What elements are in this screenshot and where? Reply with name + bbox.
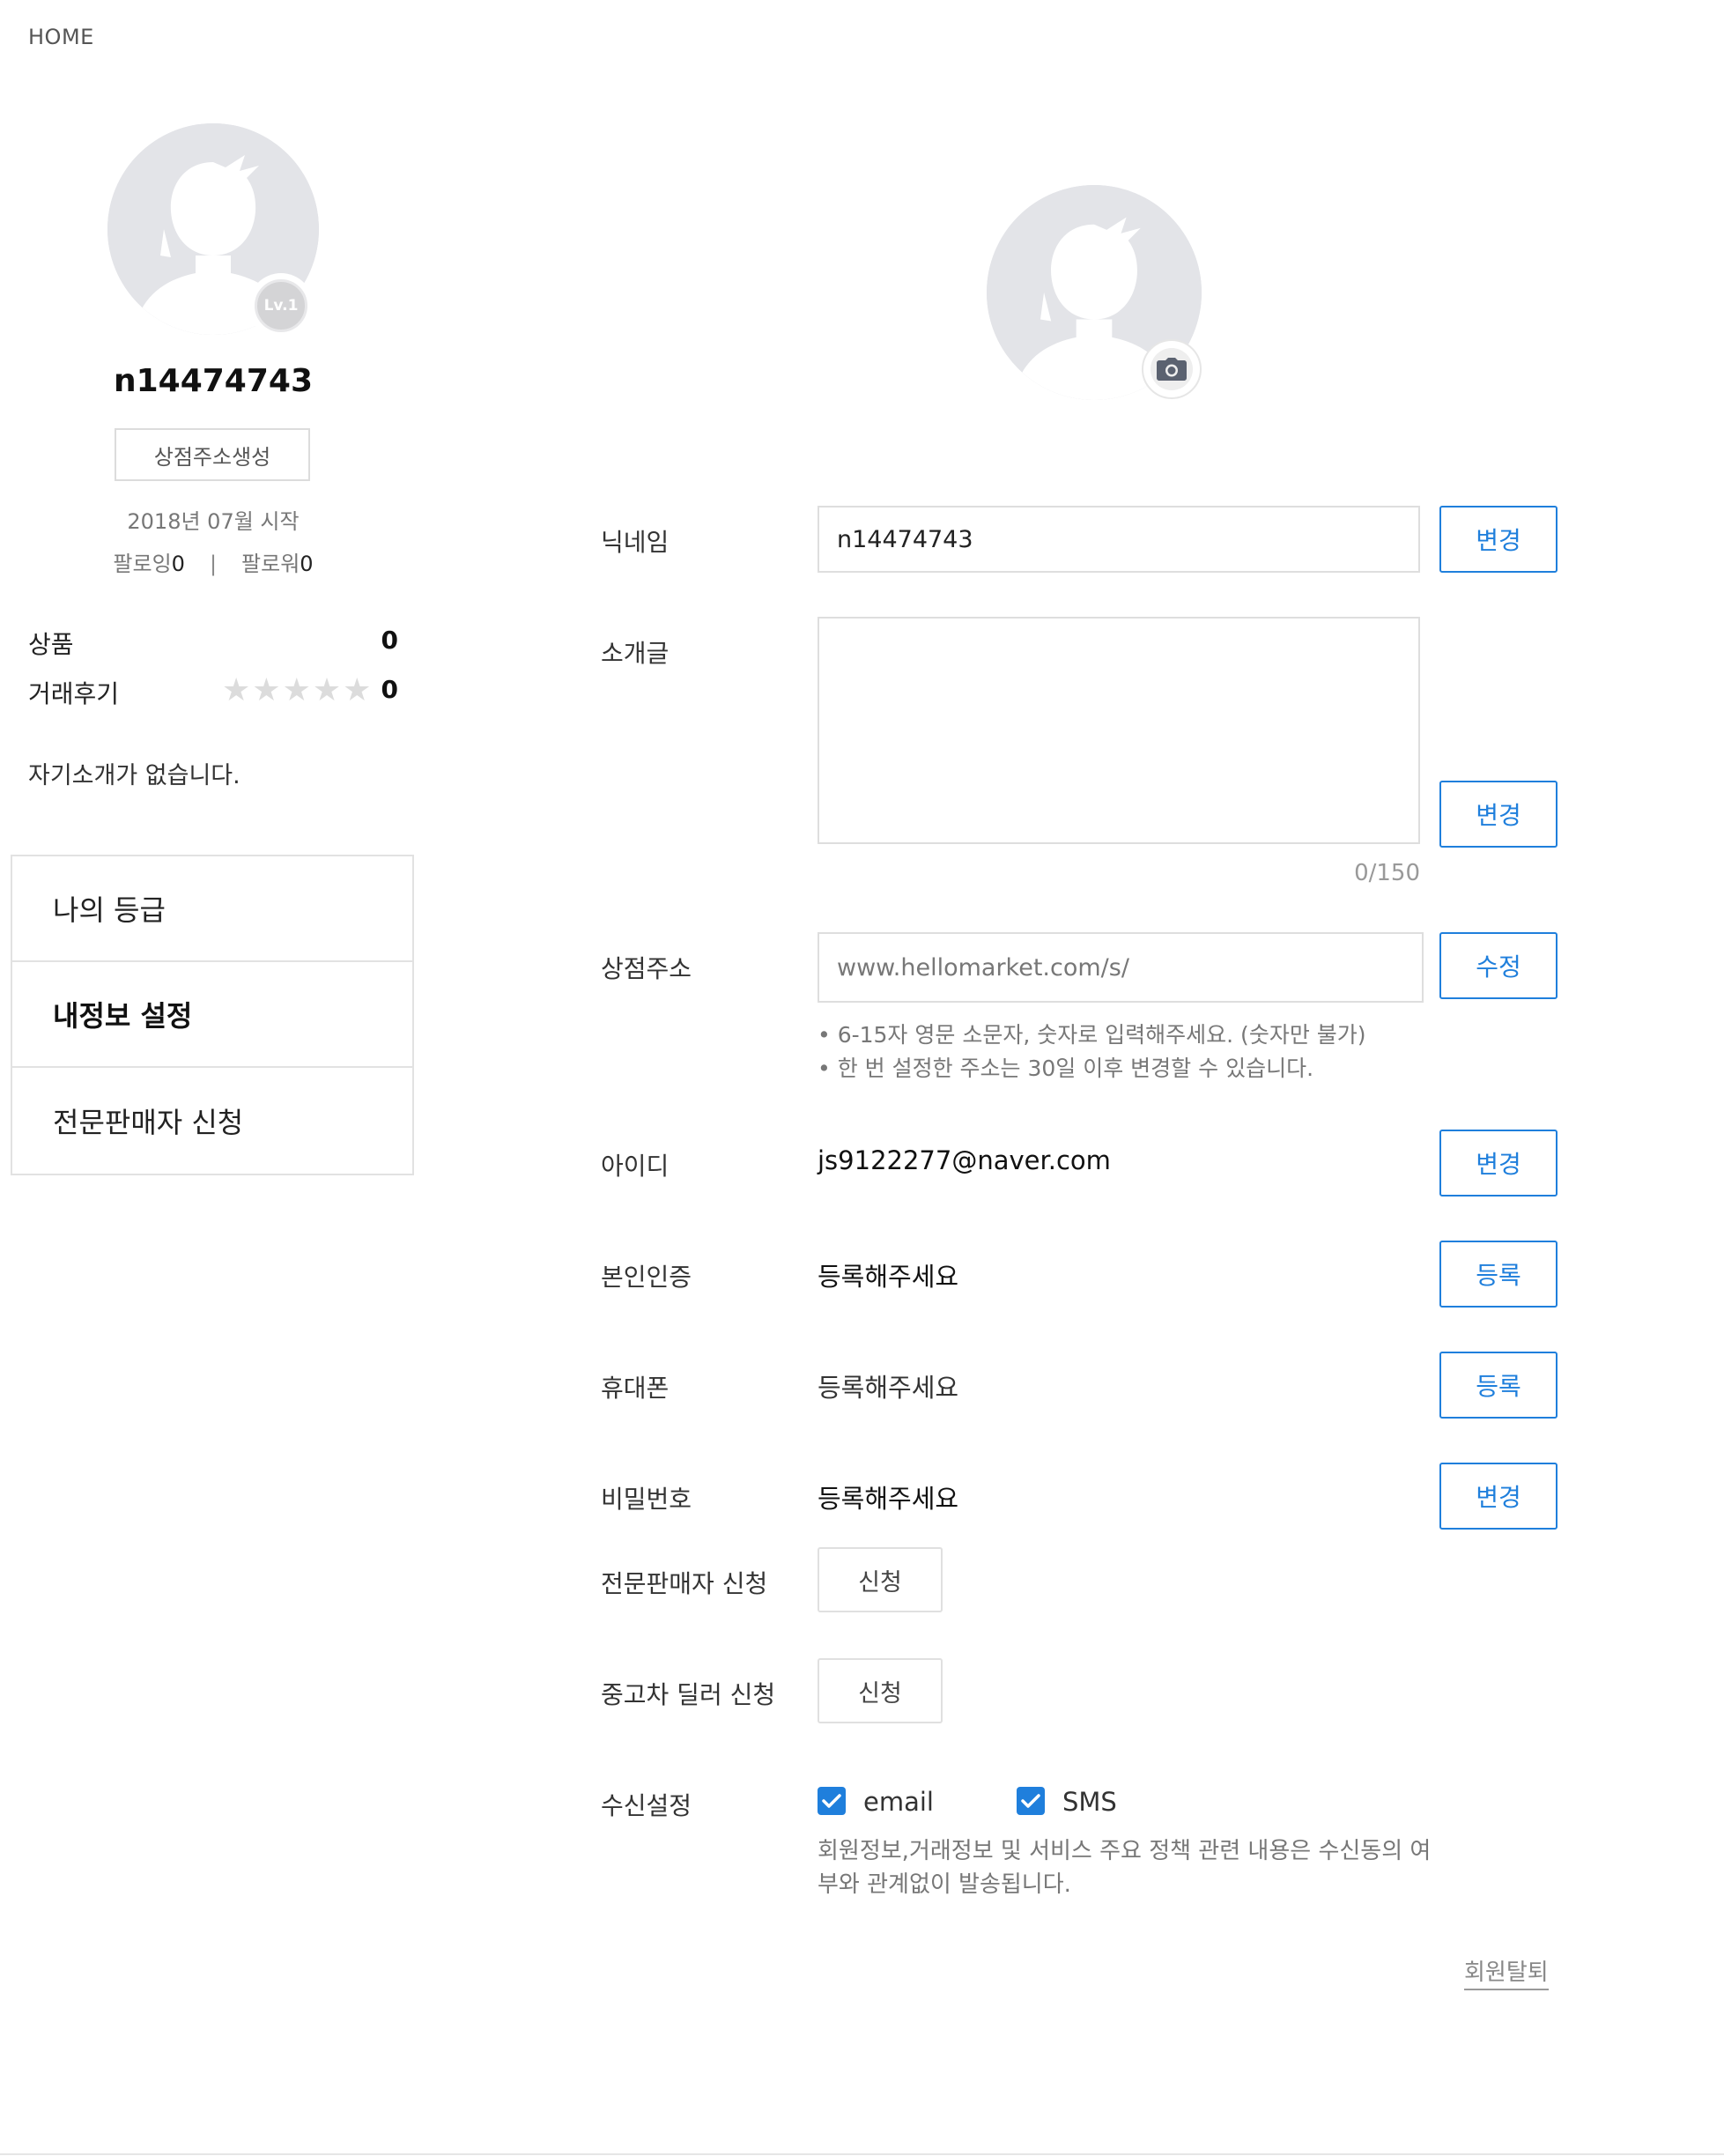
shop-address-label: 상점주소 bbox=[601, 954, 692, 983]
shop-address-create-button[interactable]: 상점주소생성 bbox=[115, 428, 310, 481]
user-id-value: js9122277@naver.com bbox=[818, 1145, 1111, 1175]
check-icon bbox=[1021, 1794, 1040, 1808]
shop-address-edit-button[interactable]: 수정 bbox=[1439, 932, 1558, 999]
profile-username: n14474743 bbox=[113, 363, 314, 399]
receive-notice-line-2: 부와 관계없이 발송됩니다. bbox=[818, 1871, 1071, 1898]
password-value: 등록해주세요 bbox=[818, 1484, 959, 1514]
following-link[interactable]: 팔로잉0 bbox=[113, 552, 185, 576]
phone-value: 등록해주세요 bbox=[818, 1373, 959, 1403]
shop-address-input[interactable]: www.hellomarket.com/s/ bbox=[818, 932, 1424, 1003]
side-menu: 나의 등급 내정보 설정 전문판매자 신청 bbox=[11, 855, 414, 1175]
shop-address-hint-1: • 6-15자 영문 소문자, 숫자로 입력해주세요. (숫자만 불가) bbox=[818, 1022, 1366, 1048]
side-menu-item-pro-seller[interactable]: 전문판매자 신청 bbox=[12, 1068, 412, 1174]
car-dealer-apply-button[interactable]: 신청 bbox=[818, 1658, 943, 1723]
phone-label: 휴대폰 bbox=[601, 1374, 670, 1403]
verification-label: 본인인증 bbox=[601, 1263, 692, 1292]
follow-separator: | bbox=[209, 552, 218, 576]
side-menu-item-grade[interactable]: 나의 등급 bbox=[12, 856, 412, 962]
pro-seller-label: 전문판매자 신청 bbox=[601, 1569, 768, 1598]
sms-checkbox[interactable] bbox=[1017, 1787, 1045, 1815]
intro-change-button[interactable]: 변경 bbox=[1439, 781, 1558, 848]
receive-settings-label: 수신설정 bbox=[601, 1791, 692, 1820]
email-checkbox[interactable] bbox=[818, 1787, 846, 1815]
reviews-label: 거래후기 bbox=[28, 679, 120, 708]
follow-counts: 팔로잉0 | 팔로워0 bbox=[0, 546, 426, 577]
star-icon: ★ bbox=[343, 672, 372, 708]
password-change-button[interactable]: 변경 bbox=[1439, 1463, 1558, 1530]
side-menu-item-my-info[interactable]: 내정보 설정 bbox=[12, 962, 412, 1068]
level-badge-text: Lv.1 bbox=[255, 279, 307, 332]
change-photo-button[interactable] bbox=[1142, 339, 1202, 399]
followers-link[interactable]: 팔로워0 bbox=[241, 552, 314, 576]
star-icon: ★ bbox=[282, 672, 311, 708]
review-stars: ★ ★ ★ ★ ★ bbox=[222, 675, 371, 707]
profile-intro: 자기소개가 없습니다. bbox=[28, 762, 240, 789]
nickname-input[interactable]: n14474743 bbox=[818, 506, 1420, 573]
followers-count: 0 bbox=[300, 552, 314, 576]
pro-seller-apply-button[interactable]: 신청 bbox=[818, 1547, 943, 1612]
user-id-label: 아이디 bbox=[601, 1152, 670, 1181]
star-icon: ★ bbox=[222, 672, 251, 708]
camera-icon bbox=[1157, 358, 1187, 381]
email-checkbox-label[interactable]: email bbox=[863, 1787, 934, 1817]
star-icon: ★ bbox=[252, 672, 281, 708]
user-id-change-button[interactable]: 변경 bbox=[1439, 1130, 1558, 1197]
followers-label: 팔로워 bbox=[241, 552, 300, 576]
password-label: 비밀번호 bbox=[601, 1485, 692, 1514]
products-count: 0 bbox=[381, 626, 398, 655]
intro-label: 소개글 bbox=[601, 639, 670, 668]
intro-textarea[interactable] bbox=[818, 617, 1420, 844]
joined-date: 2018년 07월 시작 bbox=[127, 509, 300, 534]
sms-checkbox-label[interactable]: SMS bbox=[1062, 1787, 1117, 1817]
footer-divider bbox=[0, 2153, 1724, 2155]
following-label: 팔로잉 bbox=[113, 552, 172, 576]
car-dealer-label: 중고차 딜러 신청 bbox=[601, 1680, 776, 1709]
receive-notice: 회원정보,거래정보 및 서비스 주요 정책 관련 내용은 수신동의 여 부와 관… bbox=[818, 1834, 1434, 1901]
verification-value: 등록해주세요 bbox=[818, 1262, 959, 1292]
verification-register-button[interactable]: 등록 bbox=[1439, 1241, 1558, 1308]
following-count: 0 bbox=[171, 552, 185, 576]
intro-char-counter: 0/150 bbox=[1354, 860, 1420, 886]
check-icon bbox=[822, 1794, 841, 1808]
products-label: 상품 bbox=[28, 630, 74, 659]
level-badge-icon: Lv.1 bbox=[248, 273, 314, 338]
receive-notice-line-1: 회원정보,거래정보 및 서비스 주요 정책 관련 내용은 수신동의 여 bbox=[818, 1838, 1432, 1864]
shop-address-hint-2: • 한 번 설정한 주소는 30일 이후 변경할 수 있습니다. bbox=[818, 1056, 1314, 1081]
withdraw-link[interactable]: 회원탈퇴 bbox=[1464, 1954, 1549, 1990]
reviews-count: 0 bbox=[381, 675, 398, 704]
nickname-label: 닉네임 bbox=[601, 528, 670, 557]
phone-register-button[interactable]: 등록 bbox=[1439, 1352, 1558, 1419]
star-icon: ★ bbox=[312, 672, 342, 708]
breadcrumb[interactable]: HOME bbox=[28, 25, 94, 49]
nickname-change-button[interactable]: 변경 bbox=[1439, 506, 1558, 573]
